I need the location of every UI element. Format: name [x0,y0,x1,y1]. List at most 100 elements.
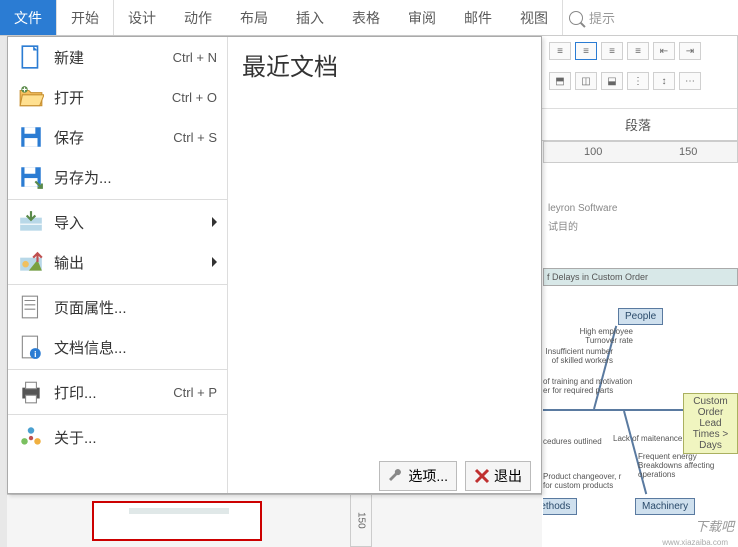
annotation: Insufficient number of skilled workers [543,348,613,366]
exit-label: 退出 [494,466,522,486]
align-center-button[interactable]: ≡ [575,42,597,60]
recent-panel: 最近文档 [228,37,541,493]
divider [8,284,227,285]
file-open[interactable]: 打开 Ctrl + O [8,77,227,117]
menubar: 文件 开始 设计 动作 布局 插入 表格 审阅 邮件 视图 提示 [0,0,738,36]
file-print-label: 打印... [54,382,173,403]
file-print-shortcut: Ctrl + P [173,385,217,400]
search-icon [569,11,583,25]
save-icon [18,124,44,150]
fishbone-spine [543,409,683,411]
page-thumbnail[interactable] [92,501,262,541]
file-import[interactable]: 导入 [8,202,227,242]
valign-mid-button[interactable]: ◫ [575,72,597,90]
node-methods[interactable]: Methods [543,498,577,515]
indent-left-button[interactable]: ⇤ [653,42,675,60]
menu-search[interactable]: 提示 [562,0,621,35]
align-left-button[interactable]: ≡ [549,42,571,60]
tab-home[interactable]: 开始 [57,0,114,35]
thumbnail-strip [7,494,542,547]
tab-insert[interactable]: 插入 [282,0,338,35]
info-icon: i [18,334,44,360]
open-icon [18,84,44,110]
node-outcome[interactable]: Custom Order Lead Times > Days [683,393,738,454]
purpose-text: 试目的 [548,218,578,233]
watermark-url: www.xiazaiba.com [662,538,728,547]
tab-action[interactable]: 动作 [170,0,226,35]
wrench-icon [388,468,404,484]
submenu-arrow-icon [212,257,217,267]
file-import-label: 导入 [54,212,212,233]
file-doc-info-label: 文档信息... [54,337,217,358]
file-page-props[interactable]: 页面属性... [8,287,227,327]
valign-top-button[interactable]: ⬒ [549,72,571,90]
about-icon [18,424,44,450]
node-people[interactable]: People [618,308,663,325]
tab-mail[interactable]: 邮件 [450,0,506,35]
annotation: Frequent energy Breakdowns affecting ope… [638,453,733,479]
annotation: High employee Turnover rate [573,328,633,346]
watermark: 下载吧 [695,516,734,535]
valign-bot-button[interactable]: ⬓ [601,72,623,90]
search-placeholder: 提示 [589,8,615,27]
file-save-shortcut: Ctrl + S [173,130,217,145]
tab-file[interactable]: 文件 [0,0,57,35]
tab-layout[interactable]: 布局 [226,0,282,35]
import-icon [18,209,44,235]
indent-right-button[interactable]: ⇥ [679,42,701,60]
file-page-props-label: 页面属性... [54,297,217,318]
diagram-title: f Delays in Custom Order [543,268,738,286]
file-save[interactable]: 保存 Ctrl + S [8,117,227,157]
file-export-label: 输出 [54,252,212,273]
ruler-mark: 100 [584,146,602,158]
divider [8,414,227,415]
page-icon [18,294,44,320]
spacing-button[interactable]: ↕ [653,72,675,90]
tab-review[interactable]: 审阅 [394,0,450,35]
submenu-arrow-icon [212,217,217,227]
horizontal-ruler: 100 150 [543,141,738,163]
file-saveas[interactable]: 另存为... [8,157,227,197]
paragraph-group: ≡ ≡ ≡ ≡ ⇤ ⇥ ⬒ ◫ ⬓ ⋮ ↕ ⋯ 段落 [538,36,738,141]
options-label: 选项... [408,466,448,486]
tab-table[interactable]: 表格 [338,0,394,35]
node-machinery[interactable]: Machinery [635,498,695,515]
align-justify-button[interactable]: ≡ [627,42,649,60]
file-open-shortcut: Ctrl + O [172,90,217,105]
file-menu-list: 新建 Ctrl + N 打开 Ctrl + O 保存 Ctrl + S 另存为.… [8,37,228,493]
vertical-ruler: 150 [350,494,372,547]
paragraph-label: 段落 [539,108,737,140]
divider [8,199,227,200]
file-about-label: 关于... [54,427,217,448]
annotation: of training and motivation er for requir… [543,378,633,396]
file-export[interactable]: 输出 [8,242,227,282]
annotation: Lack of maitenance [613,435,682,444]
svg-text:i: i [34,349,36,359]
exit-button[interactable]: 退出 [465,461,531,491]
left-strip [0,36,7,547]
annotation: cedures outlined [543,438,602,447]
more-button[interactable]: ⋯ [679,72,701,90]
file-doc-info[interactable]: i 文档信息... [8,327,227,367]
file-new-label: 新建 [54,47,173,68]
file-about[interactable]: 关于... [8,417,227,457]
options-button[interactable]: 选项... [379,461,457,491]
new-icon [18,44,44,70]
annotation: Product changeover, r for custom product… [543,473,623,491]
file-open-label: 打开 [54,87,172,108]
file-bottom-bar: 选项... 退出 [369,459,541,493]
file-print[interactable]: 打印... Ctrl + P [8,372,227,412]
canvas[interactable]: leyron Software 试目的 f Delays in Custom O… [543,163,738,547]
align-right-button[interactable]: ≡ [601,42,623,60]
saveas-icon [18,164,44,190]
file-new-shortcut: Ctrl + N [173,50,217,65]
tab-design[interactable]: 设计 [114,0,170,35]
file-new[interactable]: 新建 Ctrl + N [8,37,227,77]
close-icon [474,468,490,484]
bullets-button[interactable]: ⋮ [627,72,649,90]
software-text: leyron Software [548,203,617,214]
ruler-mark: 150 [679,146,697,158]
recent-title: 最近文档 [242,47,527,82]
file-saveas-label: 另存为... [54,167,217,188]
tab-view[interactable]: 视图 [506,0,562,35]
